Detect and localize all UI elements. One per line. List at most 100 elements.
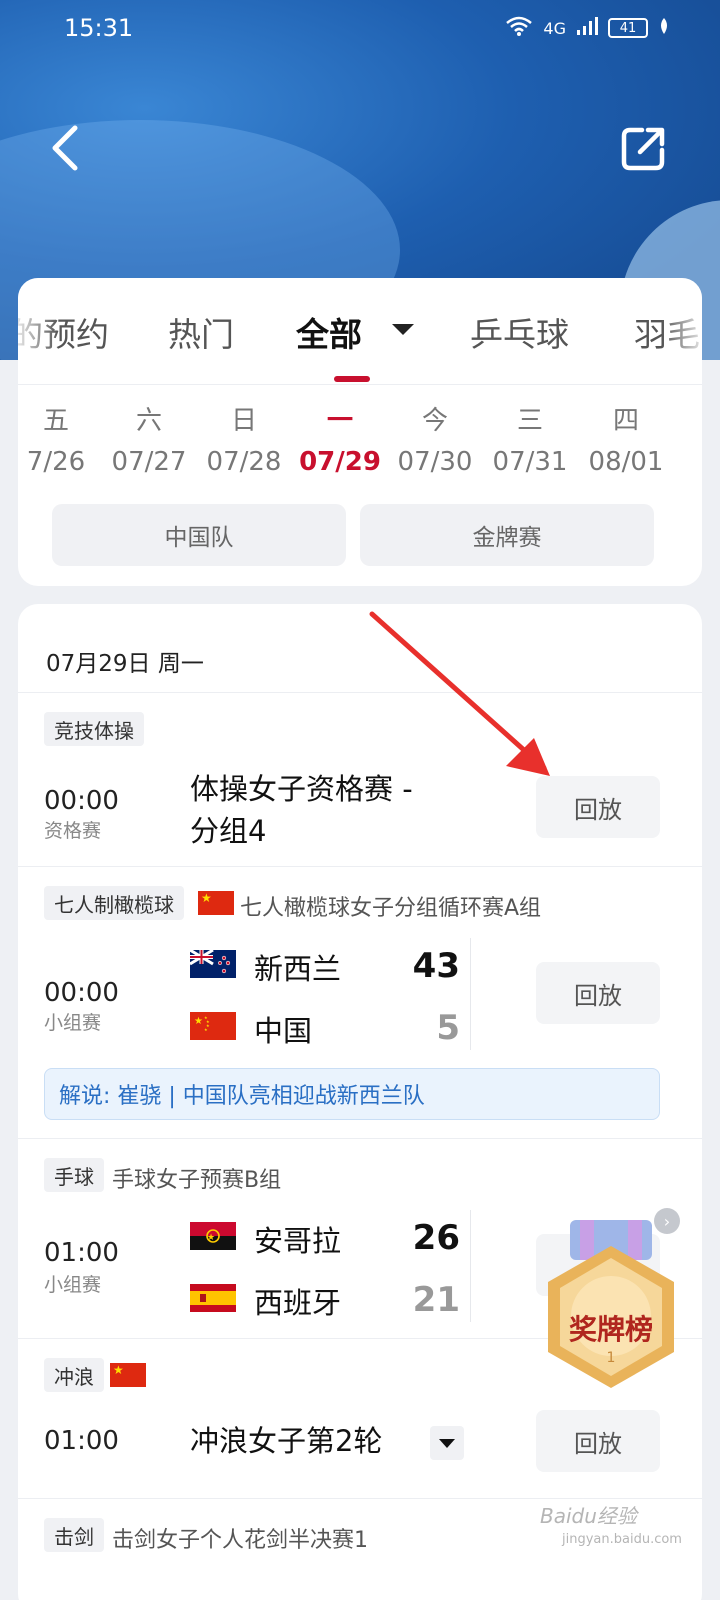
event-subtitle: 击剑女子个人花剑半决赛1 [112, 1528, 368, 1553]
china-flag-icon [198, 891, 234, 915]
back-button[interactable] [44, 120, 84, 176]
status-bar: 15:31 4G 41 [0, 0, 720, 56]
day-weekday: 四 [612, 406, 639, 436]
day-weekday: 日 [230, 406, 257, 436]
angola-flag-icon: ★ [190, 1222, 236, 1250]
china-team-filter-button[interactable]: 中国队 [52, 504, 346, 566]
date-selector: 五 7/26 六 07/27 日 07/28 一 07/29 今 07/30 三… [18, 400, 702, 480]
active-tab-indicator [334, 376, 370, 382]
team-score: 26 [412, 1218, 460, 1258]
china-flag-icon: ★ ★ ★ ★ ★ [190, 1012, 236, 1040]
team-row: ★ ★ ★ ★ ★ 中国 5 [190, 1008, 490, 1048]
wifi-icon [505, 15, 533, 41]
schedule-list: 07月29日 周一 竞技体操 00:00 资格赛 体操女子资格赛 - 分组4 回… [18, 604, 702, 1600]
sport-tag: 七人制橄榄球 [44, 886, 184, 920]
tab-all[interactable]: 全部 [296, 308, 362, 356]
team-row: ★ 安哥拉 26 [190, 1218, 490, 1258]
match-stage: 小组赛 [44, 1012, 102, 1034]
score-divider [470, 938, 471, 1050]
sport-tabs: 的预约 热门 全部 乒乓球 羽毛 [18, 278, 702, 384]
replay-button[interactable]: 回放 [536, 776, 660, 838]
team-score: 5 [436, 1008, 460, 1048]
day-item[interactable]: 四 08/01 [578, 400, 674, 477]
match-stage: 资格赛 [44, 820, 102, 842]
day-item[interactable]: 日 07/28 [196, 400, 292, 477]
divider [18, 384, 702, 385]
tab-table-tennis[interactable]: 乒乓球 [470, 308, 569, 356]
team-row: 新西兰 43 [190, 946, 490, 986]
team-name: 新西兰 [254, 952, 342, 986]
battery-level: 41 [619, 20, 637, 36]
event-title: 冲浪女子第2轮 [190, 1424, 383, 1458]
match-time: 00:00 [44, 786, 119, 816]
day-date: 07/29 [299, 447, 381, 477]
battery-icon: 41 [608, 18, 648, 38]
caret-down-icon[interactable] [392, 324, 414, 335]
sport-tag: 击剑 [44, 1518, 104, 1552]
day-date: 07/31 [492, 447, 568, 477]
day-item[interactable]: 今 07/30 [387, 400, 483, 477]
svg-text:★: ★ [204, 1027, 208, 1032]
event-title: 体操女子资格赛 - 分组4 [190, 768, 413, 852]
team-name: 安哥拉 [254, 1224, 342, 1258]
signal-icon [576, 16, 598, 40]
replay-button[interactable]: 回放 [536, 962, 660, 1024]
leaf-icon [658, 17, 670, 39]
gold-medal-filter-button[interactable]: 金牌赛 [360, 504, 654, 566]
day-date: 7/26 [26, 447, 86, 477]
day-item[interactable]: 五 7/26 [18, 400, 104, 477]
new-zealand-flag-icon [190, 950, 236, 978]
score-divider [470, 1210, 471, 1322]
event-subtitle: 七人橄榄球女子分组循环赛A组 [240, 896, 542, 921]
event-title-line: 分组4 [190, 814, 267, 848]
day-date: 07/28 [206, 447, 282, 477]
team-score: 43 [412, 946, 460, 986]
tab-hot[interactable]: 热门 [168, 308, 234, 356]
status-icons: 4G 41 [505, 15, 670, 41]
medal-table-widget[interactable]: 1 奖牌榜 [536, 1216, 686, 1406]
day-date: 07/30 [397, 447, 473, 477]
day-weekday: 一 [326, 406, 353, 436]
day-item[interactable]: 三 07/31 [482, 400, 578, 477]
match-stage: 小组赛 [44, 1274, 102, 1296]
match-time: 01:00 [44, 1426, 119, 1456]
match-time: 00:00 [44, 978, 119, 1008]
match-time: 01:00 [44, 1238, 119, 1268]
list-item-rugby[interactable]: 七人制橄榄球 七人橄榄球女子分组循环赛A组 00:00 小组赛 新西兰 43 ★ [18, 866, 702, 1138]
sport-tag: 竞技体操 [44, 712, 144, 746]
svg-text:★: ★ [194, 1016, 203, 1027]
day-item[interactable]: 六 07/27 [101, 400, 197, 477]
sport-tag: 冲浪 [44, 1358, 104, 1392]
chevron-left-icon [52, 125, 78, 171]
schedule-date-header: 07月29日 周一 [46, 651, 204, 677]
team-score: 21 [412, 1280, 460, 1320]
status-time: 15:31 [64, 14, 134, 42]
expand-dropdown-icon[interactable] [430, 1426, 464, 1460]
day-item-selected[interactable]: 一 07/29 [292, 400, 388, 477]
event-title-line: 体操女子资格赛 - [190, 772, 413, 806]
replay-button[interactable]: 回放 [536, 1410, 660, 1472]
network-type: 4G [543, 18, 566, 38]
day-weekday: 三 [516, 406, 543, 436]
day-weekday: 六 [135, 406, 162, 436]
day-date: 07/27 [111, 447, 187, 477]
watermark-url: jingyan.baidu.com [562, 1532, 682, 1547]
event-subtitle: 手球女子预赛B组 [112, 1168, 282, 1193]
team-row: 西班牙 21 [190, 1280, 490, 1320]
team-name: 中国 [254, 1014, 313, 1048]
quick-filters: 中国队 金牌赛 [52, 504, 656, 566]
medal-table-label: 奖牌榜 [568, 1313, 653, 1346]
filter-card: 的预约 热门 全部 乒乓球 羽毛 五 7/26 六 07/27 日 07/28 … [18, 278, 702, 586]
list-item-gymnastics[interactable]: 竞技体操 00:00 资格赛 体操女子资格赛 - 分组4 回放 [18, 692, 702, 866]
share-icon [621, 127, 665, 171]
team-name: 西班牙 [254, 1286, 342, 1320]
day-weekday: 五 [42, 406, 69, 436]
spain-flag-icon [190, 1284, 236, 1312]
watermark-logo: Baidu经验 [540, 1504, 637, 1528]
commentary-banner[interactable]: 解说: 崔骁 | 中国队亮相迎战新西兰队 [44, 1068, 660, 1120]
day-date: 08/01 [588, 447, 664, 477]
medal-rank: 1 [607, 1350, 616, 1366]
share-button[interactable] [618, 120, 670, 176]
day-weekday: 今 [421, 406, 448, 436]
sport-tag: 手球 [44, 1158, 104, 1192]
